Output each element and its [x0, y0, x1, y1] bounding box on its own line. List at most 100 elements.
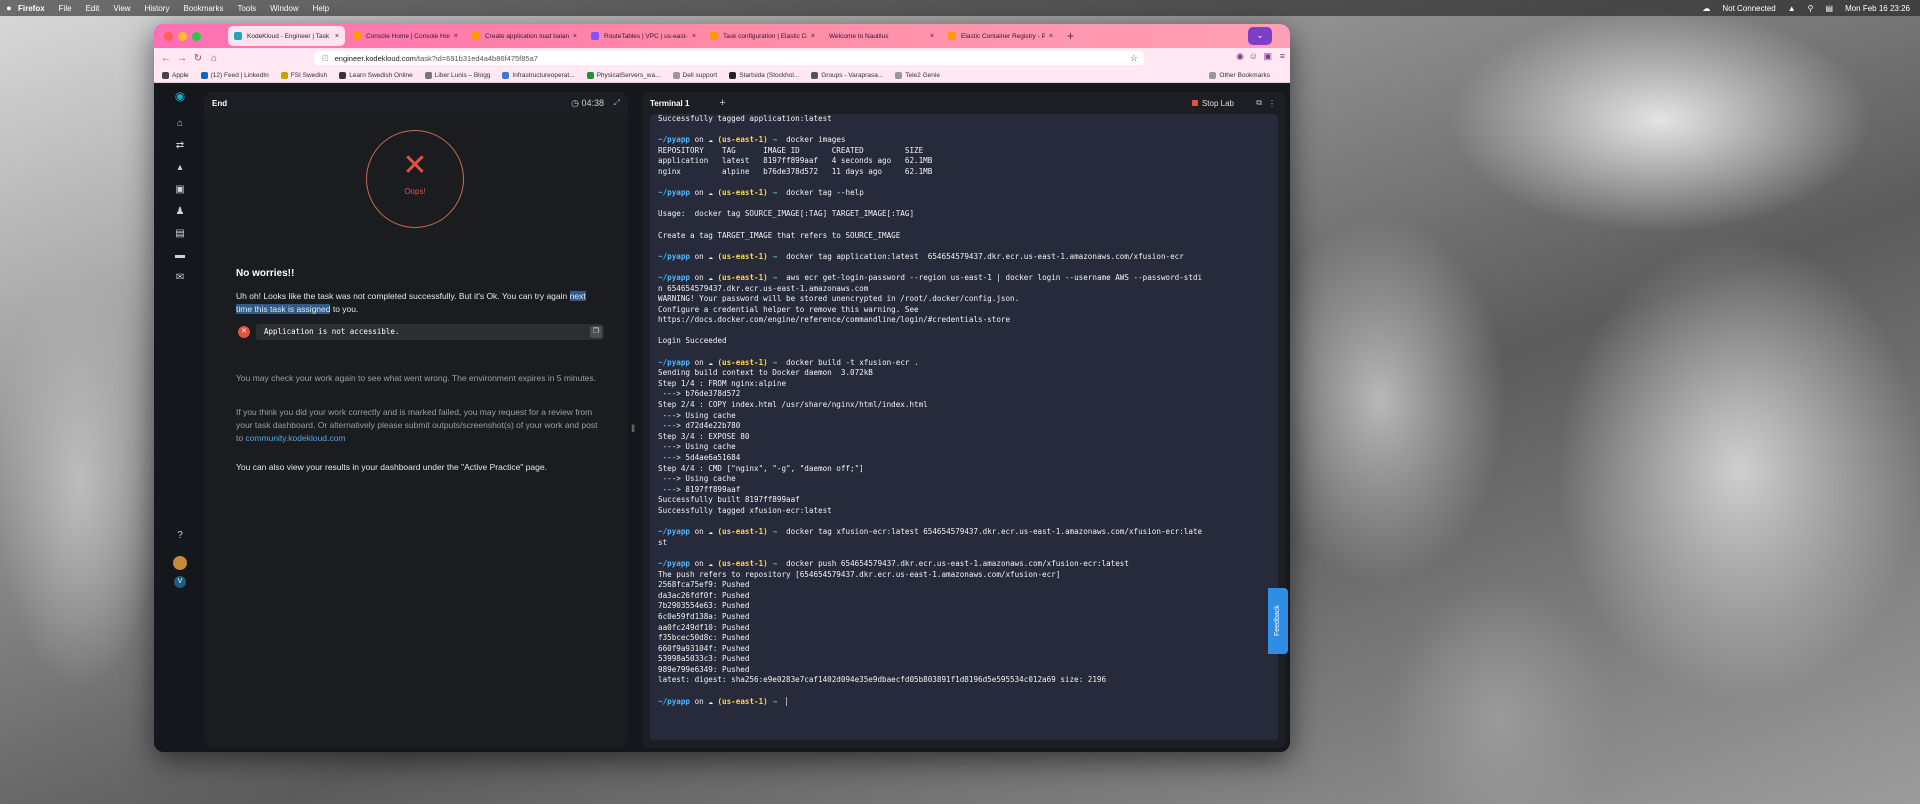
aws-favicon	[472, 32, 480, 40]
cloud-icon[interactable]: ☁	[1702, 4, 1710, 13]
book-icon[interactable]: ▬	[174, 250, 186, 262]
bookmark-physical-servers[interactable]: PhysicalServers_wa...	[586, 71, 661, 79]
bookmark-star-icon[interactable]: ☆	[1130, 53, 1138, 64]
bookmark-groups[interactable]: Groups - Varaprasa...	[811, 71, 883, 79]
tab-task-configuration[interactable]: Task configuration | Elastic Con ×	[704, 26, 821, 46]
terminal-output-line: Step 4/4 : CMD ["nginx", "-g", "daemon o…	[658, 463, 864, 473]
tab-list-button[interactable]: ⌄	[1248, 27, 1272, 45]
prompt-on: on	[690, 188, 709, 198]
feedback-button[interactable]: Feedback	[1268, 588, 1288, 654]
close-tab-icon[interactable]: ×	[1049, 33, 1053, 40]
chat-icon[interactable]: ✉	[174, 272, 186, 284]
tab-nautilus[interactable]: Welcome to Nautilus ×	[823, 26, 940, 46]
extensions-icon[interactable]: ▣	[1263, 51, 1272, 62]
community-link[interactable]: community.kodekloud.com	[245, 433, 345, 443]
home-icon[interactable]: ⌂	[174, 118, 186, 130]
error-message: Application is not accessible.	[256, 324, 604, 340]
control-center-icon[interactable]: ▤	[1826, 4, 1834, 13]
menu-window[interactable]: Window	[270, 4, 298, 13]
more-options-icon[interactable]: ⋮	[1268, 99, 1276, 108]
workflow-icon[interactable]: ⇄	[174, 140, 186, 152]
folder-icon	[1209, 71, 1217, 79]
other-bookmarks[interactable]: Other Bookmarks	[1209, 71, 1270, 79]
kodekloud-logo-icon[interactable]: ◉	[174, 90, 186, 102]
bookmark-tele2[interactable]: Tele2 Genie	[895, 71, 940, 79]
panel-resize-handle[interactable]: ‖	[631, 424, 635, 435]
tab-label: Elastic Container Registry - Priv	[961, 32, 1045, 40]
board-icon[interactable]: ▤	[174, 228, 186, 240]
command-text: docker images	[786, 135, 846, 145]
close-tab-icon[interactable]: ×	[930, 33, 934, 40]
close-tab-icon[interactable]: ×	[573, 33, 577, 40]
bookmark-linkedin[interactable]: (12) Feed | LinkedIn	[200, 71, 269, 79]
message-text-end: to you.	[330, 304, 359, 314]
menu-history[interactable]: History	[145, 4, 170, 13]
tab-route-tables[interactable]: RouteTables | VPC | us-east-1 ×	[585, 26, 702, 46]
menu-edit[interactable]: Edit	[86, 4, 100, 13]
account-icon[interactable]: ☺	[1249, 51, 1258, 61]
back-icon[interactable]: ←	[158, 53, 174, 64]
close-tab-icon[interactable]: ×	[811, 33, 815, 40]
apple-icon[interactable]: ●	[0, 3, 18, 13]
tab-kodekloud[interactable]: KodeKloud - Engineer | Task ×	[228, 26, 345, 46]
new-tab-button[interactable]: +	[1067, 29, 1074, 43]
wifi-icon[interactable]: ▲	[1788, 4, 1796, 13]
timer: ◷ 04:38	[571, 98, 604, 109]
add-terminal-button[interactable]: +	[719, 97, 725, 109]
terminal-output-line: st	[658, 537, 668, 547]
app-menu-icon[interactable]: ≡	[1280, 51, 1285, 61]
avatar[interactable]	[173, 556, 187, 570]
menu-bookmarks[interactable]: Bookmarks	[183, 4, 223, 13]
command-text: docker tag --help	[786, 188, 864, 198]
help-icon[interactable]: ?	[174, 530, 186, 542]
kodekloud-app: ◉ ⌂ ⇄ ▴ ▣ ♟ ▤ ▬ ✉ ? V End ◷ 04:38 ⤢ ✕ Oo…	[154, 84, 1290, 752]
close-tab-icon[interactable]: ×	[335, 33, 339, 40]
stop-lab-label: Stop Lab	[1201, 98, 1234, 108]
tab-load-balancer[interactable]: Create application load balanc ×	[466, 26, 583, 46]
copy-icon[interactable]: ❐	[590, 326, 602, 338]
message-text: Uh oh! Looks like the task was not compl…	[236, 291, 570, 301]
bookmark-label: Other Bookmarks	[1219, 71, 1270, 79]
clock[interactable]: Mon Feb 16 23:26	[1845, 4, 1910, 13]
error-icon: ✕	[238, 326, 250, 338]
reload-icon[interactable]: ↻	[190, 53, 206, 64]
bookmark-infrastructure[interactable]: Infrastructureoperat...	[502, 71, 575, 79]
zoom-window-button[interactable]	[192, 32, 201, 41]
stop-lab-button[interactable]: Stop Lab	[1191, 98, 1234, 108]
forward-icon[interactable]: →	[174, 53, 190, 64]
bookmark-startsida[interactable]: Startsida (Stockhol...	[729, 71, 799, 79]
vpn-status[interactable]: Not Connected	[1722, 4, 1775, 13]
menu-help[interactable]: Help	[313, 4, 329, 13]
close-tab-icon[interactable]: ×	[454, 33, 458, 40]
expand-icon[interactable]: ⤢	[614, 98, 620, 108]
tab-ecr[interactable]: Elastic Container Registry - Priv ×	[942, 26, 1059, 46]
film-icon[interactable]: ▣	[174, 184, 186, 196]
address-bar[interactable]: ◰ engineer.kodekloud.com /task?id=691b31…	[314, 51, 1144, 65]
bookmark-dell-support[interactable]: Dell support	[672, 71, 717, 79]
search-icon[interactable]: ⚲	[1808, 4, 1814, 13]
home-icon[interactable]: ⌂	[206, 53, 222, 64]
bookmark-apple[interactable]: Apple	[162, 71, 189, 79]
minimize-window-button[interactable]	[178, 32, 187, 41]
menu-app-name[interactable]: Firefox	[18, 4, 45, 13]
bookmark-label: Infrastructureoperat...	[512, 71, 575, 79]
bookmark-fsi-swedish[interactable]: FSI Swedish	[280, 71, 327, 79]
tab-end[interactable]: End	[212, 99, 227, 108]
close-window-button[interactable]	[164, 32, 173, 41]
user-initial-avatar[interactable]: V	[174, 576, 186, 588]
menu-view[interactable]: View	[113, 4, 130, 13]
tab-console-home[interactable]: Console Home | Console Home ×	[347, 26, 464, 46]
tab-terminal-1[interactable]: Terminal 1	[650, 99, 689, 108]
terminal-output[interactable]: Successfully tagged application:latest ~/…	[650, 114, 1278, 740]
pocket-icon[interactable]: ◉	[1236, 51, 1244, 62]
chart-icon[interactable]: ▴	[174, 162, 186, 174]
close-tab-icon[interactable]: ×	[692, 33, 696, 40]
team-icon[interactable]: ♟	[174, 206, 186, 218]
open-external-icon[interactable]: ⧉	[1256, 98, 1262, 108]
bookmark-liber-lunis[interactable]: Liber Lunis – Blogg	[424, 71, 490, 79]
menu-tools[interactable]: Tools	[237, 4, 256, 13]
prompt-on: on	[690, 696, 709, 706]
bookmark-learn-swedish[interactable]: Learn Swedish Online	[339, 71, 413, 79]
menu-file[interactable]: File	[59, 4, 72, 13]
